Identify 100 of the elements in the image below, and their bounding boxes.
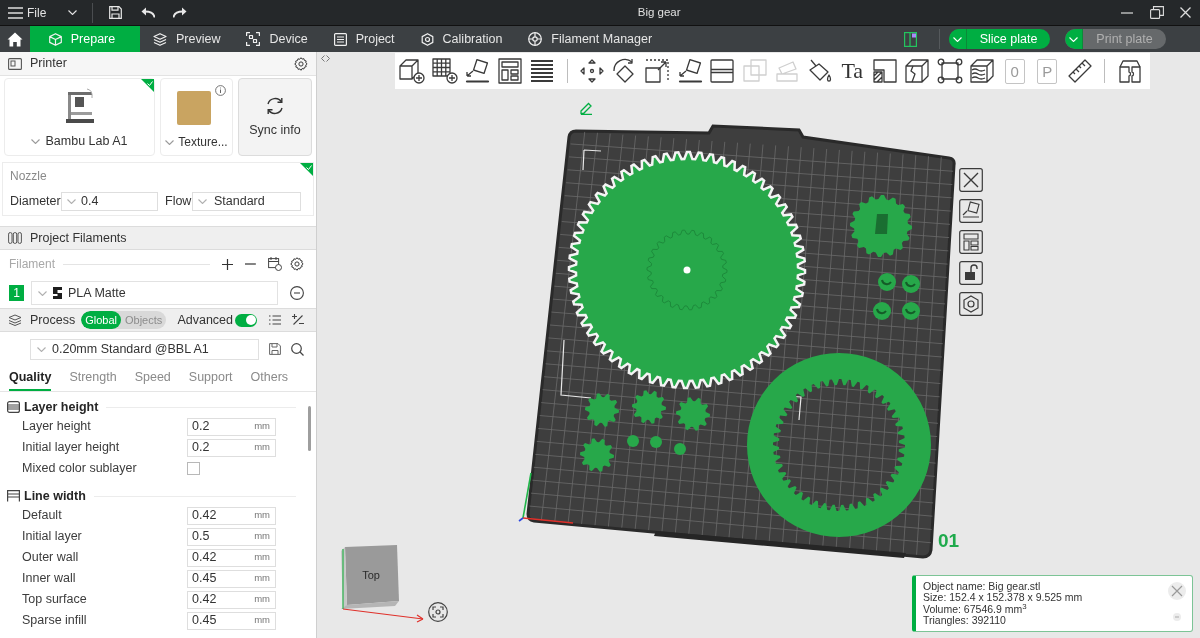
tilted-square-arrow-icon[interactable]	[676, 58, 703, 84]
puzzle-block-icon[interactable]	[1116, 58, 1143, 84]
chevron-down-icon[interactable]	[68, 10, 78, 15]
window-title: Big gear	[637, 4, 681, 20]
nav-tab[interactable]: Preview	[140, 26, 234, 52]
chevron-down-icon	[37, 346, 46, 352]
unit-label: mm	[254, 440, 270, 455]
restore-icon[interactable]	[1150, 6, 1164, 19]
stacked-lines-icon[interactable]	[529, 58, 556, 84]
settings-icon[interactable]	[290, 257, 304, 271]
padlock-icon[interactable]	[959, 261, 983, 285]
advanced-switch[interactable]	[235, 313, 257, 327]
number-field[interactable]: 0.2 mm	[187, 417, 276, 436]
panel-layout-icon[interactable]	[496, 58, 523, 84]
chevron-down-icon	[31, 138, 41, 144]
nav-tab[interactable]: Project	[320, 26, 408, 52]
move-arrows-icon[interactable]	[579, 58, 606, 84]
dropdown-field[interactable]: 0.4	[61, 192, 158, 211]
sync-info-button[interactable]: Sync info	[238, 78, 312, 156]
save-icon[interactable]	[269, 343, 281, 355]
split-rectangle-icon[interactable]	[709, 58, 736, 84]
unit-label: mm	[254, 419, 270, 434]
object-info-text: Volume: 67546.9 mm$^{3}$	[923, 603, 1027, 615]
group-title: Layer height	[24, 398, 99, 416]
preset-dropdown[interactable]: 0.20mm Standard @BBL A1	[30, 338, 259, 360]
nav-tab[interactable]: Filament Manager	[515, 26, 666, 52]
redo-icon[interactable]	[173, 7, 188, 18]
panel-layout-icon[interactable]	[904, 31, 917, 47]
cracked-cube-icon[interactable]	[904, 58, 931, 84]
section-title: Printer	[30, 55, 68, 73]
number-field[interactable]: 0.45 mm	[187, 569, 276, 588]
file-menu-button[interactable]: File	[0, 0, 53, 25]
unit-label: mm	[254, 508, 270, 523]
scale-icon[interactable]	[644, 58, 671, 84]
calendar-gear-icon[interactable]	[268, 257, 282, 271]
close-icon[interactable]	[959, 168, 983, 192]
minimize-icon[interactable]	[1121, 11, 1133, 14]
tilted-square-icon[interactable]	[464, 58, 491, 84]
number-field[interactable]: 0.42 mm	[187, 548, 276, 567]
field-label: Flow	[165, 193, 192, 211]
chevron-down-icon	[165, 139, 175, 145]
plate-card[interactable]: Texture...	[160, 78, 233, 156]
chevron-down-icon	[953, 36, 962, 42]
settings-tab[interactable]: Speed	[134, 366, 171, 391]
plate-number: 01	[938, 531, 960, 550]
advanced-label: Advanced	[177, 311, 233, 329]
unit-label: mm	[254, 592, 270, 607]
tilted-square-icon[interactable]	[959, 199, 983, 223]
number-field[interactable]: 0.2 mm	[187, 438, 276, 457]
filament-spools-icon	[8, 232, 22, 244]
field-label: Diameter	[10, 193, 61, 211]
printer-card[interactable]: Bambu Lab A1	[4, 78, 155, 156]
nav-tab[interactable]: Device	[233, 26, 321, 52]
setting-label: Sparse infill	[22, 612, 88, 630]
number-field[interactable]: 0.42 mm	[187, 506, 276, 525]
unit-label: mm	[254, 529, 270, 544]
setting-label: Inner wall	[22, 570, 77, 588]
circle-minus-icon[interactable]	[290, 286, 304, 300]
number-field[interactable]: 0.42 mm	[187, 590, 276, 609]
filament-number-badge: 1	[9, 285, 24, 301]
number-field[interactable]: 0.5 mm	[187, 527, 276, 546]
hexagon-icon	[420, 32, 434, 46]
nav-tab[interactable]: Calibration	[407, 26, 516, 52]
chevron-down-icon	[38, 290, 47, 296]
panel-layout-icon[interactable]	[959, 230, 983, 254]
settings-icon[interactable]	[294, 56, 308, 71]
ruler-icon[interactable]	[1066, 58, 1093, 84]
wavy-layers-icon[interactable]	[969, 58, 996, 84]
collapse-handle-icon[interactable]	[321, 55, 330, 62]
undo-icon[interactable]	[141, 7, 156, 18]
corner-circles-icon[interactable]	[936, 58, 963, 84]
object-info-text: Triangles: 392110	[923, 614, 1006, 627]
settings-tab[interactable]: Strength	[69, 366, 117, 391]
plus-minus-icon[interactable]	[292, 314, 304, 326]
cube-plus-icon[interactable]	[399, 58, 426, 84]
section-label: Nozzle	[10, 169, 47, 183]
list-icon	[333, 32, 347, 46]
focus-camera-icon[interactable]	[428, 602, 448, 622]
unit-label: mm	[254, 550, 270, 565]
spool-icon	[528, 32, 543, 46]
grid-plus-icon[interactable]	[431, 58, 458, 84]
number-field[interactable]: 0.45 mm	[187, 611, 276, 630]
section-title: Project Filaments	[30, 229, 127, 247]
settings-tab[interactable]: Others	[250, 366, 289, 391]
section-title: Process	[30, 311, 76, 329]
checkbox[interactable]	[187, 462, 200, 475]
filament-dropdown[interactable]: PLA Matte	[31, 281, 278, 305]
unit-label: mm	[254, 613, 270, 628]
view-cube[interactable]: Top	[337, 543, 429, 627]
hatched-corner-icon[interactable]	[871, 58, 898, 84]
settings-tab[interactable]: Support	[188, 366, 233, 391]
field-label: Filament	[9, 256, 55, 273]
text-tool-button[interactable]: Ta	[836, 54, 869, 88]
scrollbar-thumb[interactable]	[307, 406, 311, 451]
search-icon[interactable]	[291, 342, 304, 356]
stack-icon	[8, 314, 22, 326]
dropdown-field[interactable]: Standard	[192, 192, 301, 211]
layers-icon	[7, 401, 20, 413]
settings-tab[interactable]: Quality	[9, 366, 52, 391]
plus-icon[interactable]	[222, 258, 233, 270]
